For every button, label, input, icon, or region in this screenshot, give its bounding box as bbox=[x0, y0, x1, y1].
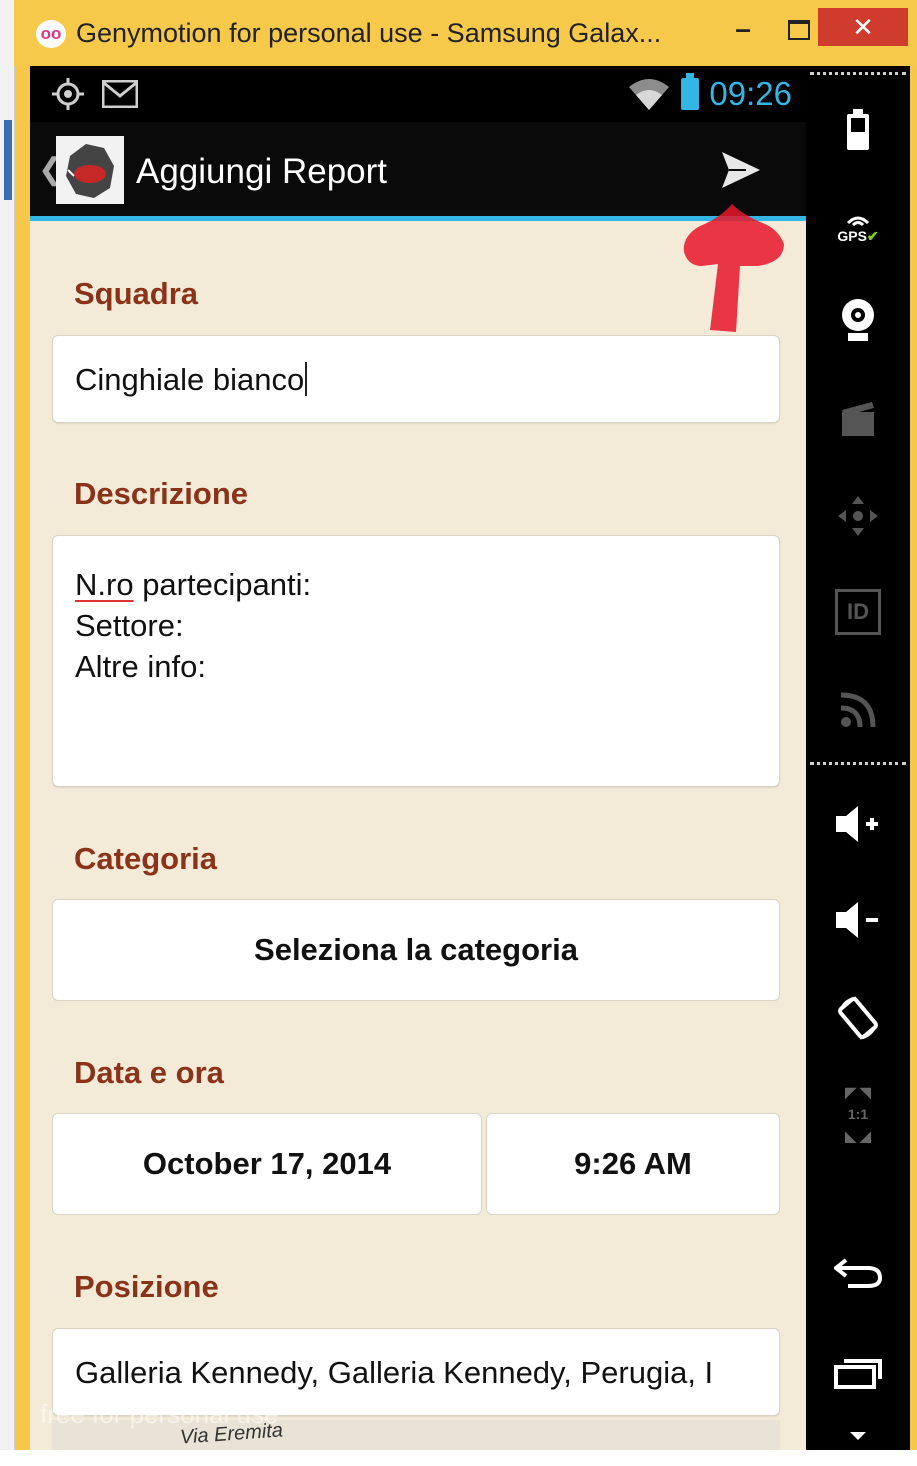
select-category-button[interactable]: Seleziona la categoria bbox=[52, 899, 780, 1001]
desktop-edge-mark bbox=[4, 120, 12, 200]
maximize-button[interactable] bbox=[784, 12, 814, 46]
dpad-icon[interactable] bbox=[828, 486, 888, 546]
battery-icon bbox=[681, 73, 700, 110]
pixel-perfect-label: 1:1 bbox=[847, 1106, 869, 1122]
status-clock: 09:26 bbox=[709, 75, 792, 112]
gmail-icon bbox=[102, 80, 138, 108]
close-button[interactable]: ✕ bbox=[818, 8, 908, 46]
title-bar[interactable]: oo Genymotion for personal use - Samsung… bbox=[14, 0, 917, 66]
volume-up-icon[interactable] bbox=[828, 794, 888, 854]
wifi-icon bbox=[629, 79, 670, 110]
squadra-input[interactable]: Cinghiale bianco bbox=[52, 335, 780, 423]
window-border bbox=[910, 66, 917, 1450]
menu-chevron-icon[interactable] bbox=[828, 1406, 888, 1466]
descrizione-line2: Settore: bbox=[75, 608, 184, 643]
descrizione-label: Descrizione bbox=[74, 476, 249, 511]
app-logo-icon[interactable] bbox=[56, 136, 124, 204]
gps-widget-icon[interactable]: GPS✔ bbox=[828, 198, 888, 258]
emulator-window: oo Genymotion for personal use - Samsung… bbox=[0, 0, 917, 1450]
webcam-icon[interactable] bbox=[828, 290, 888, 350]
back-icon[interactable] bbox=[828, 1242, 888, 1302]
date-button[interactable]: October 17, 2014 bbox=[52, 1113, 482, 1215]
pixel-perfect-icon[interactable]: ◤ ◥ 1:1 ◣ ◢ bbox=[828, 1084, 888, 1144]
watermark-text: free for personal use bbox=[40, 1399, 279, 1429]
battery-widget-icon[interactable] bbox=[828, 100, 888, 160]
categoria-label: Categoria bbox=[74, 841, 217, 876]
window-title: Genymotion for personal use - Samsung Ga… bbox=[76, 18, 662, 48]
capture-icon[interactable] bbox=[828, 388, 888, 448]
id-label: ID bbox=[835, 589, 881, 635]
annotation-arrow-icon bbox=[683, 204, 784, 332]
report-form: Squadra Cinghiale bianco Descrizione N.r… bbox=[30, 221, 806, 1450]
recent-apps-icon[interactable] bbox=[828, 1342, 888, 1402]
genymotion-logo-icon: oo bbox=[36, 20, 66, 48]
time-button[interactable]: 9:26 AM bbox=[486, 1113, 780, 1215]
id-icon[interactable]: ID bbox=[828, 582, 888, 642]
status-bar: 09:26 bbox=[30, 66, 806, 122]
squadra-value: Cinghiale bianco bbox=[75, 362, 305, 397]
descrizione-line1: partecipanti: bbox=[133, 567, 312, 602]
descrizione-textarea[interactable]: N.ro partecipanti: Settore: Altre info: bbox=[52, 535, 780, 787]
panel-divider bbox=[810, 762, 906, 765]
minimize-button[interactable]: – bbox=[728, 12, 758, 46]
posizione-label: Posizione bbox=[74, 1269, 219, 1304]
posizione-value: Galleria Kennedy, Galleria Kennedy, Peru… bbox=[75, 1355, 714, 1390]
rss-icon[interactable] bbox=[828, 680, 888, 740]
gps-icon bbox=[52, 78, 84, 110]
maximize-icon bbox=[788, 20, 810, 40]
desktop-edge bbox=[0, 0, 15, 1450]
genymotion-side-panel: GPS✔ ID ◤ ◥ 1:1 ◣ ◢ bbox=[806, 66, 910, 1450]
data-ora-label: Data e ora bbox=[74, 1055, 224, 1090]
send-icon[interactable] bbox=[720, 150, 762, 190]
misspelled-word: N.ro bbox=[75, 567, 134, 602]
squadra-label: Squadra bbox=[74, 276, 199, 311]
gps-widget-label: GPS bbox=[837, 228, 867, 244]
page-title: Aggiungi Report bbox=[136, 152, 387, 191]
panel-divider bbox=[810, 72, 906, 75]
text-cursor bbox=[305, 362, 308, 396]
rotate-icon[interactable] bbox=[828, 988, 888, 1048]
volume-down-icon[interactable] bbox=[828, 890, 888, 950]
descrizione-line3: Altre info: bbox=[75, 649, 206, 684]
